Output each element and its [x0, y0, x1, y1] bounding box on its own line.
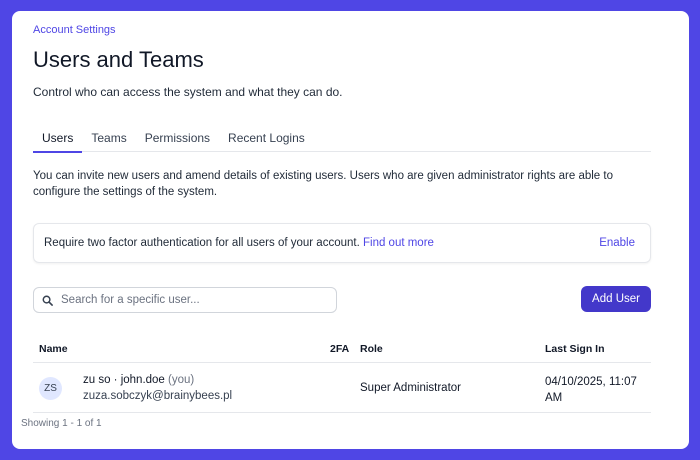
column-header-role[interactable]: Role [360, 343, 383, 355]
column-header-name[interactable]: Name [39, 343, 68, 355]
search-input[interactable] [61, 294, 321, 306]
avatar: ZS [39, 377, 62, 400]
tab-bar: Users Teams Permissions Recent Logins [33, 124, 651, 153]
search-box[interactable] [33, 287, 337, 313]
table-row[interactable]: ZS zu so · john.doe (you) zuza.sobczyk@b… [33, 363, 651, 413]
page-title: Users and Teams [33, 47, 204, 72]
tab-users[interactable]: Users [33, 124, 83, 153]
user-name: zu so · john.doe [83, 374, 165, 386]
you-tag: (you) [168, 374, 195, 386]
intro-text: You can invite new users and amend detai… [33, 170, 613, 198]
tab-teams[interactable]: Teams [82, 124, 135, 152]
user-name-line: zu so · john.doe (you) [83, 374, 194, 386]
user-email: zuza.sobczyk@brainybees.pl [83, 390, 233, 402]
user-last-sign-in: 04/10/2025, 11:07 AM [545, 376, 637, 404]
breadcrumb[interactable]: Account Settings [33, 24, 116, 36]
notice-text: Require two factor authentication for al… [44, 237, 360, 249]
table-header: Name 2FA Role Last Sign In [33, 339, 651, 363]
column-header-2fa[interactable]: 2FA [330, 343, 349, 355]
user-role: Super Administrator [360, 382, 461, 394]
users-table: Name 2FA Role Last Sign In ZS zu so · jo… [33, 339, 651, 413]
two-factor-notice: Require two factor authentication for al… [33, 223, 651, 263]
settings-card: Account Settings Users and Teams Control… [12, 11, 689, 449]
page-subtitle: Control who can access the system and wh… [33, 85, 343, 99]
pagination-summary: Showing 1 - 1 of 1 [21, 418, 102, 429]
column-header-last-sign-in[interactable]: Last Sign In [545, 343, 605, 355]
find-out-more-link[interactable]: Find out more [363, 237, 434, 249]
tab-recent-logins[interactable]: Recent Logins [219, 124, 314, 152]
enable-2fa-button[interactable]: Enable [599, 237, 635, 249]
add-user-button[interactable]: Add User [581, 286, 651, 312]
tab-permissions[interactable]: Permissions [136, 124, 219, 152]
search-icon [42, 295, 53, 306]
notice-text-wrap: Require two factor authentication for al… [44, 237, 434, 249]
